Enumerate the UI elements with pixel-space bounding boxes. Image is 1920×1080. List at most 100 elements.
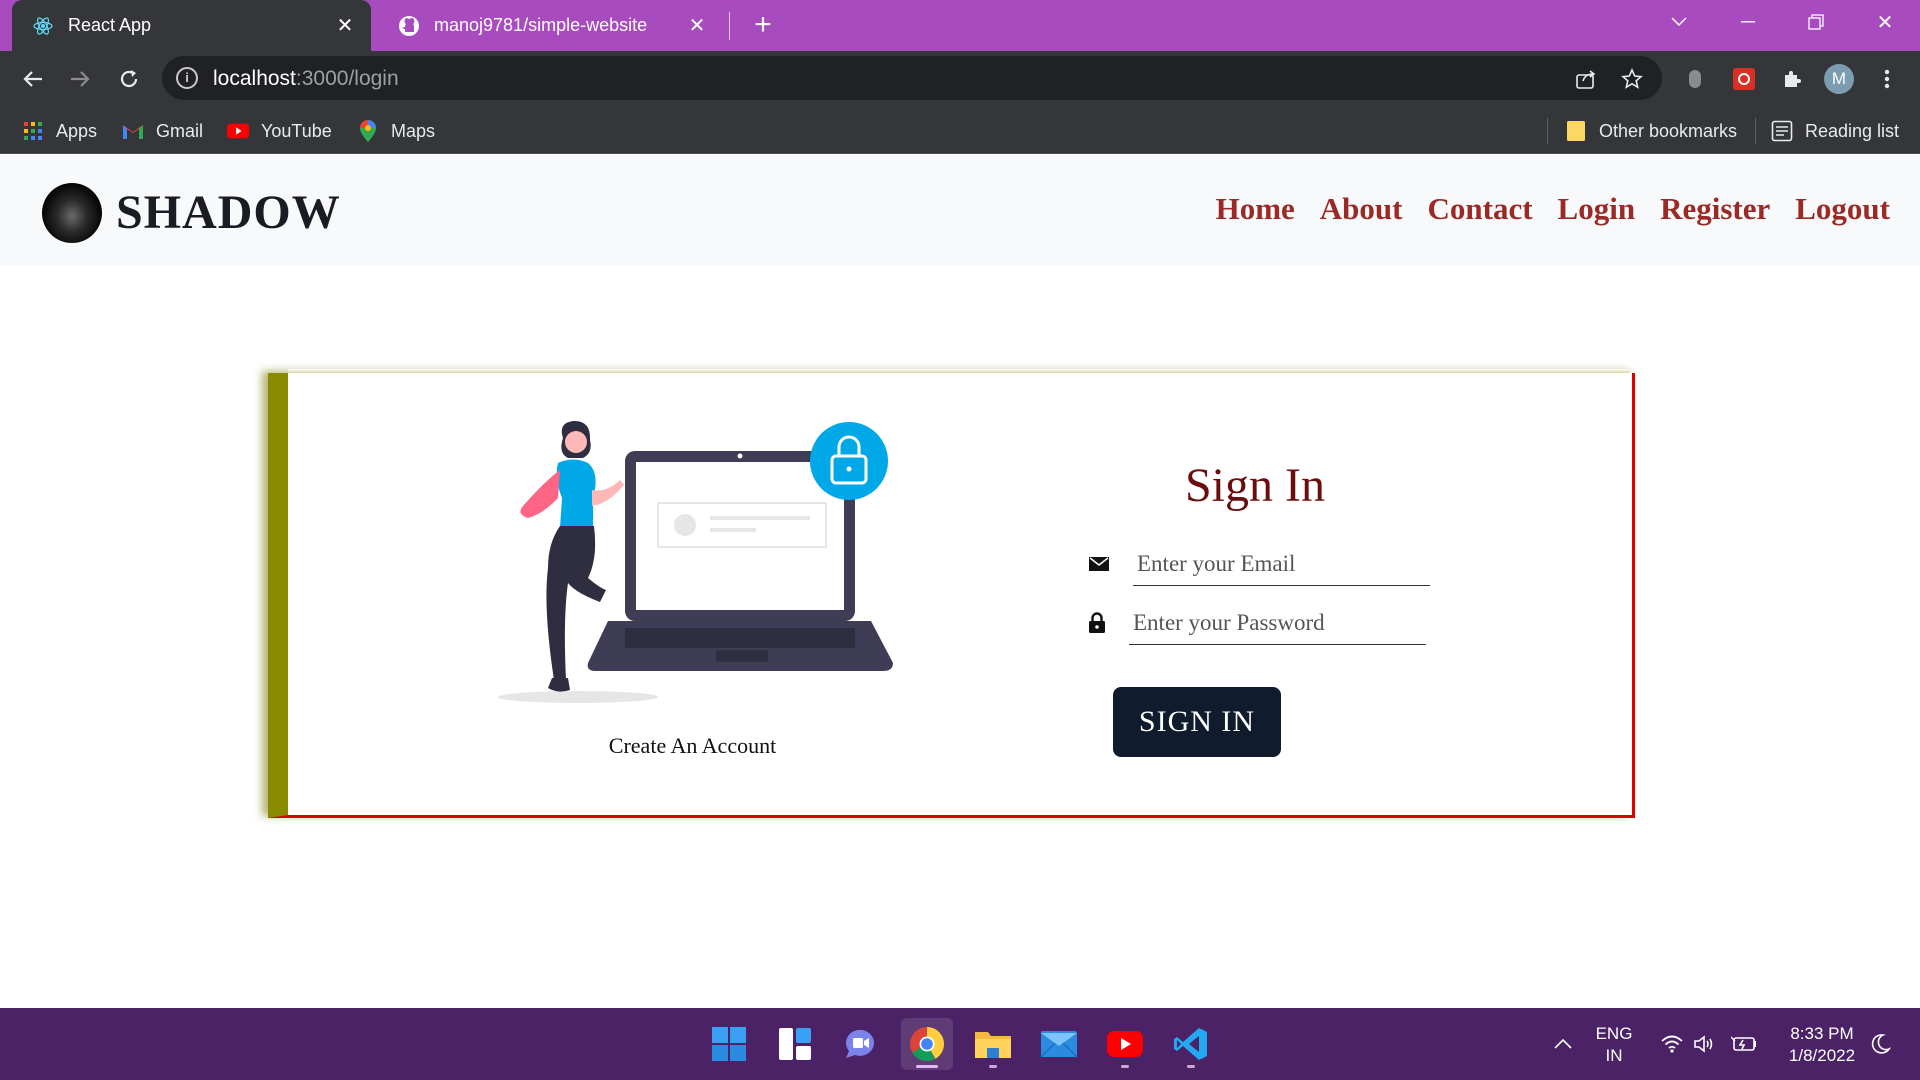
- bookmarks-divider: [1547, 118, 1548, 144]
- active-indicator: [916, 1065, 938, 1068]
- widgets-button[interactable]: [769, 1018, 821, 1070]
- bookmark-maps[interactable]: Maps: [357, 118, 435, 144]
- clock-time: 8:33 PM: [1790, 1024, 1854, 1043]
- menu-kebab-icon[interactable]: [1872, 64, 1902, 94]
- other-bookmarks-label: Other bookmarks: [1599, 120, 1738, 141]
- bookmarks-divider: [1755, 118, 1756, 144]
- nav-link-home[interactable]: Home: [1216, 191, 1295, 227]
- widgets-icon: [779, 1028, 811, 1060]
- tab-separator: [729, 12, 730, 40]
- close-window-icon[interactable]: ✕: [1851, 0, 1919, 44]
- bookmark-label: YouTube: [261, 120, 332, 141]
- sign-in-title: Sign In: [1184, 459, 1325, 512]
- new-tab-icon[interactable]: +: [748, 10, 778, 41]
- bookmark-star-icon[interactable]: [1620, 67, 1644, 91]
- login-illustration: [488, 418, 908, 708]
- windows-start-icon: [712, 1027, 746, 1061]
- windows-taskbar: ENG IN 8:33 PM 1/8/2022: [0, 1008, 1920, 1080]
- react-icon: [32, 15, 54, 37]
- youtube-icon: [1107, 1031, 1143, 1057]
- other-bookmarks[interactable]: Other bookmarks: [1565, 118, 1737, 144]
- nav-links: Home About Contact Login Register Logout: [1191, 191, 1890, 227]
- youtube-taskbar-button[interactable]: [1099, 1018, 1151, 1070]
- gmail-icon: [122, 120, 144, 142]
- bookmark-apps[interactable]: Apps: [22, 118, 97, 144]
- extensions-puzzle-icon[interactable]: [1777, 64, 1807, 94]
- vscode-button[interactable]: [1165, 1018, 1217, 1070]
- language-code: ENG: [1595, 1024, 1633, 1043]
- envelope-icon: [1089, 555, 1109, 575]
- email-input[interactable]: [1133, 542, 1430, 586]
- folder-icon: [1565, 120, 1587, 142]
- site-navbar: SHADOW Home About Contact Login Register…: [0, 155, 1920, 266]
- bookmark-gmail[interactable]: Gmail: [122, 118, 203, 144]
- share-icon[interactable]: [1574, 67, 1598, 91]
- github-icon: [398, 15, 420, 37]
- reading-list[interactable]: Reading list: [1771, 118, 1899, 144]
- brand-logo[interactable]: [42, 183, 102, 243]
- brand-name[interactable]: SHADOW: [116, 185, 341, 240]
- browser-toolbar: i localhost:3000/login M: [0, 51, 1920, 106]
- chrome-icon: [910, 1027, 944, 1061]
- running-indicator: [1187, 1065, 1195, 1068]
- nav-link-login[interactable]: Login: [1558, 191, 1636, 227]
- extension-mouse-icon[interactable]: [1680, 64, 1710, 94]
- address-bar[interactable]: i localhost:3000/login: [162, 56, 1662, 100]
- back-arrow-icon[interactable]: [17, 63, 49, 95]
- tab-search-icon[interactable]: [1645, 0, 1713, 44]
- vscode-icon: [1174, 1028, 1207, 1060]
- card-top-shadow: [288, 369, 1628, 373]
- show-hidden-icons[interactable]: [1538, 1018, 1588, 1070]
- extension-red-icon[interactable]: [1729, 64, 1759, 94]
- chrome-taskbar-button[interactable]: [901, 1018, 953, 1070]
- minimize-icon[interactable]: [1714, 0, 1782, 44]
- start-button[interactable]: [703, 1018, 755, 1070]
- maps-icon: [357, 120, 379, 142]
- bookmark-youtube[interactable]: YouTube: [227, 118, 332, 144]
- running-indicator: [989, 1065, 997, 1068]
- apps-grid-icon: [22, 120, 44, 142]
- mail-icon: [1040, 1031, 1078, 1058]
- file-explorer-button[interactable]: [967, 1018, 1019, 1070]
- nav-link-about[interactable]: About: [1320, 191, 1403, 227]
- close-tab-icon[interactable]: ✕: [683, 12, 711, 40]
- site-info-icon[interactable]: i: [176, 67, 198, 89]
- chevron-up-icon: [1554, 1039, 1572, 1049]
- teams-chat-button[interactable]: [835, 1018, 887, 1070]
- youtube-icon: [227, 120, 249, 142]
- profile-avatar[interactable]: M: [1824, 64, 1854, 94]
- url-text: localhost:3000/login: [213, 67, 399, 90]
- clock-date: 1/8/2022: [1788, 1046, 1856, 1065]
- forward-arrow-icon[interactable]: [64, 63, 96, 95]
- tab-github[interactable]: manoj9781/simple-website ✕: [378, 0, 723, 51]
- focus-assist-icon[interactable]: [1862, 1018, 1898, 1070]
- bookmark-label: Gmail: [156, 120, 204, 141]
- battery-icon[interactable]: [1724, 1018, 1764, 1070]
- tab-title: manoj9781/simple-website: [434, 15, 648, 35]
- language-indicator[interactable]: ENG IN: [1586, 1023, 1642, 1067]
- nav-link-contact[interactable]: Contact: [1428, 191, 1533, 227]
- sign-in-button[interactable]: SIGN IN: [1113, 687, 1281, 757]
- lock-icon: [1088, 612, 1108, 633]
- reload-icon[interactable]: [113, 63, 145, 95]
- running-indicator: [1121, 1065, 1129, 1068]
- nav-link-logout[interactable]: Logout: [1795, 191, 1890, 227]
- tab-strip: React App ✕ manoj9781/simple-website ✕ +…: [0, 0, 1920, 51]
- bookmark-label: Maps: [391, 120, 436, 141]
- tab-title: React App: [68, 15, 152, 35]
- reading-list-label: Reading list: [1805, 120, 1900, 141]
- region-code: IN: [1605, 1046, 1623, 1065]
- login-card: [268, 369, 1635, 818]
- restore-icon[interactable]: [1782, 0, 1850, 44]
- bookmarks-bar: Apps Gmail YouTube Maps Other bookmarks …: [0, 106, 1920, 154]
- close-tab-icon[interactable]: ✕: [331, 12, 359, 40]
- volume-icon[interactable]: [1685, 1018, 1725, 1070]
- nav-link-register[interactable]: Register: [1660, 191, 1770, 227]
- tab-react-app[interactable]: React App ✕: [12, 0, 371, 51]
- mail-button[interactable]: [1033, 1018, 1085, 1070]
- clock[interactable]: 8:33 PM 1/8/2022: [1772, 1023, 1872, 1067]
- password-input[interactable]: [1129, 601, 1426, 645]
- create-account-link[interactable]: Create An Account: [560, 733, 825, 759]
- folder-icon: [975, 1032, 1011, 1058]
- reading-list-icon: [1771, 120, 1793, 142]
